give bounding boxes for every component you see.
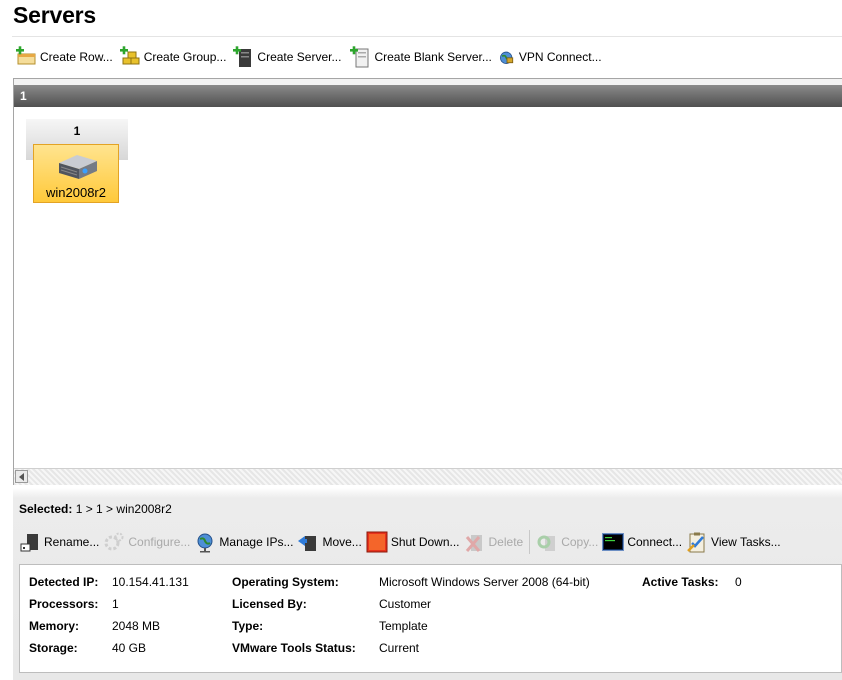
storage-label: Storage: xyxy=(29,641,78,655)
connect-button[interactable]: Connect... xyxy=(602,531,682,553)
move-button[interactable]: Move... xyxy=(297,531,362,553)
selection-details-area: Selected: 1 > 1 > win2008r2 Rename... Co… xyxy=(13,488,842,680)
processors-label: Processors: xyxy=(29,597,99,611)
server-name: win2008r2 xyxy=(46,185,106,200)
vpn-connect-label: VPN Connect... xyxy=(518,50,602,64)
copy-label: Copy... xyxy=(561,535,599,549)
vpn-globe-icon xyxy=(499,51,513,64)
configure-label: Configure... xyxy=(128,535,191,549)
delete-label: Delete xyxy=(488,535,524,549)
configure-gear-icon xyxy=(104,532,124,551)
manage-ips-button[interactable]: Manage IPs... xyxy=(194,531,293,553)
selection-label: Selected: xyxy=(19,502,73,516)
shut-down-icon xyxy=(366,531,388,553)
delete-icon xyxy=(465,535,482,552)
shut-down-label: Shut Down... xyxy=(390,535,460,549)
create-server-button[interactable]: Create Server... xyxy=(232,46,341,68)
create-row-label: Create Row... xyxy=(40,50,113,64)
active-tasks-label: Active Tasks: xyxy=(642,575,719,589)
copy-button[interactable]: Copy... xyxy=(536,531,598,553)
move-label: Move... xyxy=(322,535,362,549)
selection-breadcrumb: Selected: 1 > 1 > win2008r2 xyxy=(19,502,172,516)
server-actions-toolbar: Rename... Configure... Manage IPs... Mov… xyxy=(19,530,785,554)
server-icon xyxy=(59,155,97,179)
licensed-by-label: Licensed By: xyxy=(232,597,307,611)
manage-ips-label: Manage IPs... xyxy=(219,535,294,549)
page-title: Servers xyxy=(13,2,97,28)
create-server-label: Create Server... xyxy=(257,50,342,64)
copy-icon xyxy=(537,535,556,551)
type-value: Template xyxy=(379,619,428,633)
create-group-label: Create Group... xyxy=(143,50,227,64)
create-row-button[interactable]: Create Row... xyxy=(15,46,113,68)
horizontal-scrollbar[interactable] xyxy=(14,468,842,485)
move-icon xyxy=(298,536,317,551)
vmware-tools-status-label: VMware Tools Status: xyxy=(232,641,356,655)
operating-system-label: Operating System: xyxy=(232,575,339,589)
create-group-button[interactable]: Create Group... xyxy=(119,46,227,68)
view-tasks-icon xyxy=(687,532,705,553)
type-label: Type: xyxy=(232,619,264,633)
vmware-tools-status-value: Current xyxy=(379,641,420,655)
row-label: 1 xyxy=(20,89,27,103)
view-tasks-button[interactable]: View Tasks... xyxy=(686,531,781,553)
row-header[interactable]: 1 xyxy=(14,85,842,107)
toolbar-separator xyxy=(529,530,531,554)
manage-ips-globe-icon xyxy=(197,533,213,553)
create-row-icon xyxy=(16,46,36,65)
create-blank-server-label: Create Blank Server... xyxy=(374,50,492,64)
memory-label: Memory: xyxy=(29,619,80,633)
delete-button[interactable]: Delete xyxy=(464,531,524,553)
create-blank-server-icon xyxy=(350,46,369,68)
group-label: 1 xyxy=(73,124,81,138)
processors-value: 1 xyxy=(112,597,119,611)
rename-label: Rename... xyxy=(44,535,100,549)
vpn-connect-button[interactable]: VPN Connect... xyxy=(498,46,602,68)
detected-ip-value: 10.154.41.131 xyxy=(112,575,189,589)
configure-button[interactable]: Configure... xyxy=(103,531,190,553)
active-tasks-value: 0 xyxy=(735,575,742,589)
title-divider xyxy=(12,36,842,37)
console-icon xyxy=(602,533,625,551)
rename-icon xyxy=(20,534,38,552)
rename-button[interactable]: Rename... xyxy=(19,531,99,553)
detected-ip-label: Detected IP: xyxy=(29,575,99,589)
server-details-panel: Detected IP: 10.154.41.131 Processors: 1… xyxy=(19,564,842,673)
create-group-icon xyxy=(119,46,140,65)
licensed-by-value: Customer xyxy=(379,597,432,611)
memory-value: 2048 MB xyxy=(112,619,161,633)
operating-system-value: Microsoft Windows Server 2008 (64-bit) xyxy=(379,575,590,589)
scroll-left-arrow-icon[interactable] xyxy=(15,470,28,483)
shut-down-button[interactable]: Shut Down... xyxy=(366,531,460,553)
servers-toolbar: Create Row... Create Group... Create Ser… xyxy=(15,46,602,68)
server-layout-panel: 1 1 win2008r2 xyxy=(13,78,842,485)
create-blank-server-button[interactable]: Create Blank Server... xyxy=(349,46,492,68)
connect-label: Connect... xyxy=(627,535,683,549)
view-tasks-label: View Tasks... xyxy=(711,535,781,549)
server-tile-win2008r2[interactable]: win2008r2 xyxy=(33,144,119,203)
create-server-icon xyxy=(233,46,252,67)
selection-path: 1 > 1 > win2008r2 xyxy=(75,502,172,516)
storage-value: 40 GB xyxy=(112,641,147,655)
